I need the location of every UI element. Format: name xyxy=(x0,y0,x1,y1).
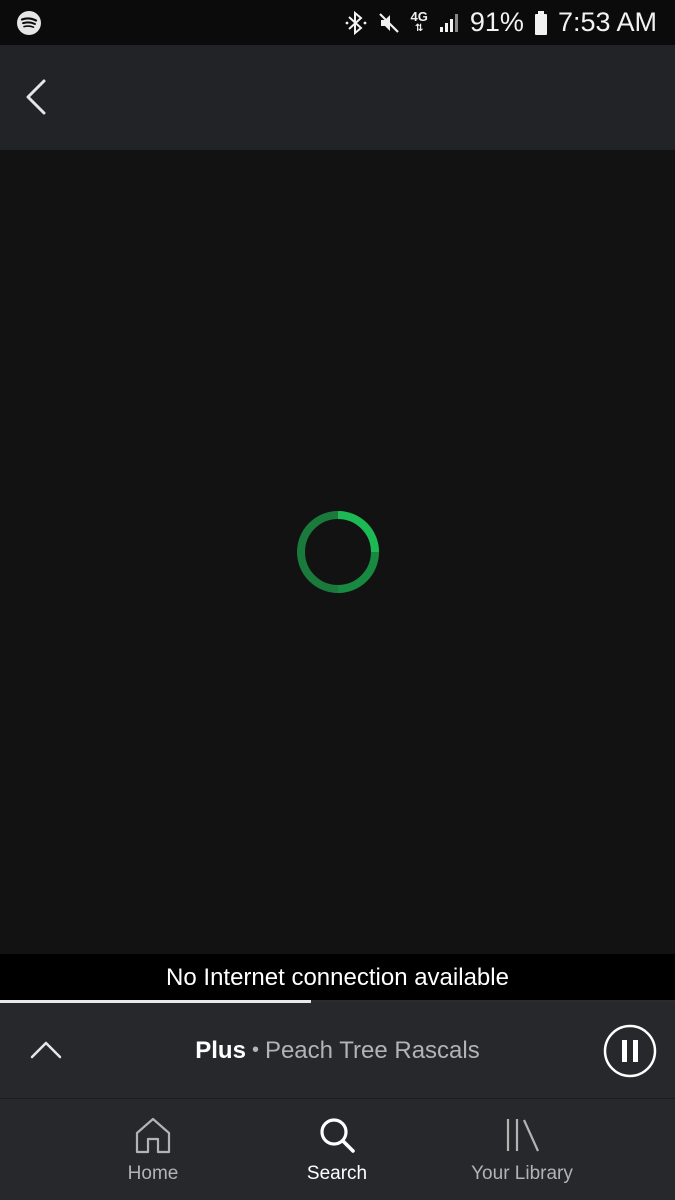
clock: 7:53 AM xyxy=(557,7,657,37)
track-separator: • xyxy=(251,1039,259,1061)
nav-library[interactable]: Your Library xyxy=(452,1099,592,1200)
spotify-icon xyxy=(16,10,42,36)
chevron-up-icon xyxy=(30,1041,62,1059)
nav-search-label: Search xyxy=(306,1163,368,1184)
network-label: 4G xyxy=(410,8,428,24)
status-bar: 4G ⇅ 91% 7:53 AM xyxy=(0,0,675,45)
pause-icon xyxy=(603,1024,657,1078)
pause-button[interactable] xyxy=(603,1024,657,1078)
mute-icon xyxy=(377,11,401,35)
offline-message: No Internet connection available xyxy=(166,964,509,991)
content-area xyxy=(0,150,675,954)
offline-banner: No Internet connection available xyxy=(0,954,675,1002)
nav-home[interactable]: Home xyxy=(103,1099,203,1200)
nav-library-label: Your Library xyxy=(471,1163,573,1184)
back-button[interactable] xyxy=(16,75,60,119)
track-title: Plus xyxy=(195,1036,246,1064)
search-icon xyxy=(320,1118,355,1153)
expand-player-button[interactable] xyxy=(26,1033,66,1069)
nav-home-label: Home xyxy=(127,1163,179,1184)
bluetooth-icon xyxy=(345,10,367,36)
bottom-nav: Home Search Your Library xyxy=(0,1099,675,1200)
battery-icon xyxy=(534,10,548,36)
chevron-left-icon xyxy=(26,79,46,115)
loading-spinner xyxy=(295,509,381,595)
signal-icon xyxy=(438,12,460,34)
battery-percent: 91% xyxy=(469,7,524,37)
top-header xyxy=(0,45,675,150)
library-icon xyxy=(506,1119,540,1152)
nav-search[interactable]: Search xyxy=(287,1099,387,1200)
now-playing-bar[interactable]: Plus • Peach Tree Rascals xyxy=(0,1003,675,1099)
network-4g-icon: 4G ⇅ xyxy=(410,8,428,34)
home-icon xyxy=(135,1117,171,1154)
track-artist: Peach Tree Rascals xyxy=(264,1036,480,1064)
track-info[interactable]: Plus • Peach Tree Rascals xyxy=(100,1003,575,1098)
